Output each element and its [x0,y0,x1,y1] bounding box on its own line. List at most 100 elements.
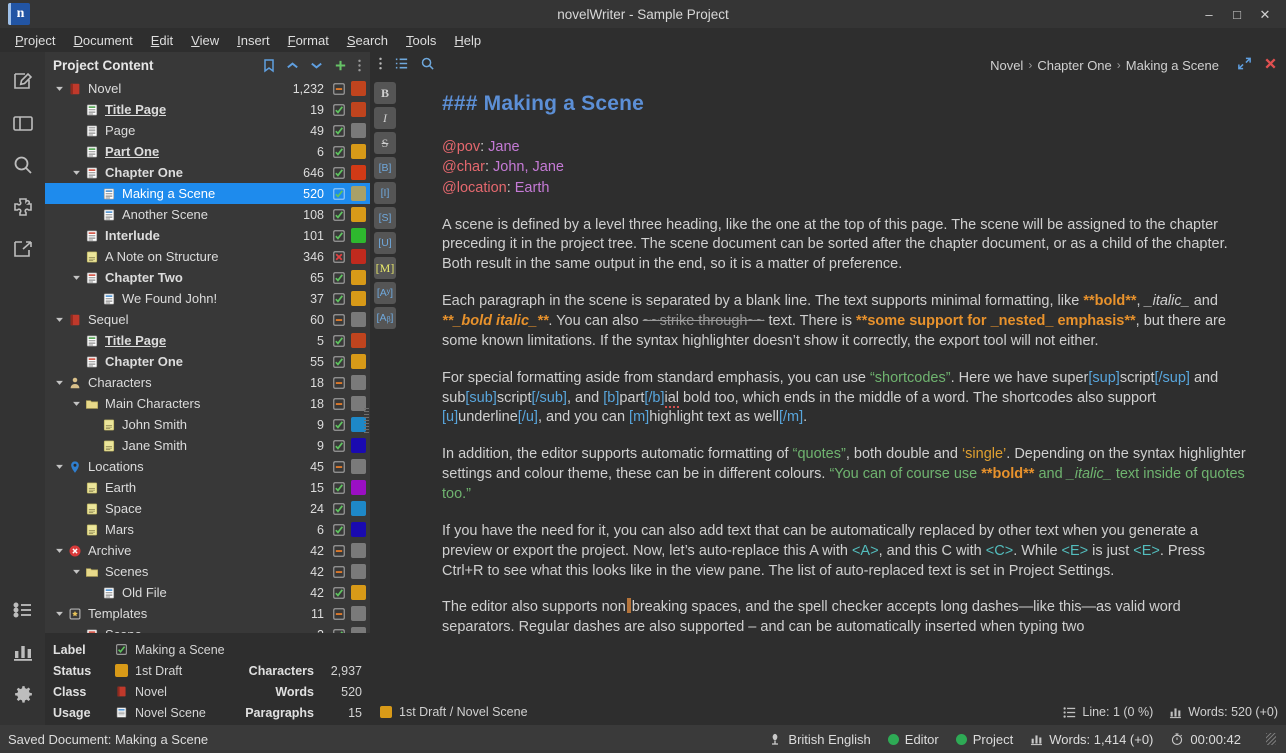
shortcode-strike-button[interactable]: [S] [374,207,396,229]
tree-item-scenes[interactable]: Scenes 42 [45,561,370,582]
bold-button[interactable]: B [374,82,396,104]
expand-arrow-icon[interactable] [53,546,66,555]
tree-item-active-checkbox[interactable] [330,103,347,117]
tree-item-active-checkbox[interactable] [330,502,347,516]
tree-item-chapter-one[interactable]: Chapter One 646 [45,162,370,183]
tree-splitter-grip[interactable] [364,408,369,434]
build-export-icon[interactable] [3,228,43,270]
project-tree-list[interactable]: Novel 1,232 Title Page 19 Page 49 Part One 6 Cha… [45,78,370,633]
tree-item-active-checkbox[interactable] [330,292,347,306]
tree-item-active-checkbox[interactable] [330,229,347,243]
tree-item-characters[interactable]: Characters 18 [45,372,370,393]
tree-item-page[interactable]: Page 49 [45,120,370,141]
menu-document[interactable]: Document [64,31,141,50]
tree-item-active-checkbox[interactable] [330,544,347,558]
tree-item-earth[interactable]: Earth 15 [45,477,370,498]
menu-format[interactable]: Format [279,31,338,50]
tree-item-active-checkbox[interactable] [330,397,347,411]
tree-item-chapter-one[interactable]: Chapter One 55 [45,351,370,372]
breadcrumb-item[interactable]: Novel [990,58,1023,73]
tree-item-locations[interactable]: Locations 45 [45,456,370,477]
resize-grip[interactable] [1266,733,1276,745]
breadcrumb-item[interactable]: Making a Scene [1126,58,1219,73]
shortcode-mark-button[interactable]: [M] [374,257,396,279]
tree-item-active-checkbox[interactable] [330,607,347,621]
expand-arrow-icon[interactable] [53,315,66,324]
outline-list-icon[interactable] [394,56,409,74]
tree-item-active-checkbox[interactable] [330,124,347,138]
document-text-area[interactable]: ### Making a Scene @pov: Jane @char: John,… [400,78,1286,699]
project-outline-icon[interactable] [3,589,43,631]
tree-item-active-checkbox[interactable] [330,355,347,369]
tree-item-old-file[interactable]: Old File 42 [45,582,370,603]
tree-item-title-page[interactable]: Title Page 5 [45,330,370,351]
tree-item-making-a-scene[interactable]: Making a Scene 520 [45,183,370,204]
expand-arrow-icon[interactable] [70,399,83,408]
subscript-button[interactable]: [Aᵦ] [374,307,396,329]
tree-item-active-checkbox[interactable] [330,628,347,633]
expand-view-icon[interactable] [1237,56,1252,74]
tree-item-active-checkbox[interactable] [330,439,347,453]
tree-item-active-checkbox[interactable] [330,334,347,348]
menu-help[interactable]: Help [445,31,490,50]
maximize-icon[interactable]: □ [1224,2,1250,26]
tree-item-active-checkbox[interactable] [330,271,347,285]
expand-arrow-icon[interactable] [53,462,66,471]
more-options-icon[interactable] [378,56,383,74]
minimize-icon[interactable]: – [1196,2,1222,26]
tree-item-active-checkbox[interactable] [330,145,347,159]
menu-tools[interactable]: Tools [397,31,445,50]
move-down-icon[interactable] [309,58,324,73]
tree-item-john-smith[interactable]: John Smith 9 [45,414,370,435]
menu-search[interactable]: Search [338,31,397,50]
tree-item-active-checkbox[interactable] [330,460,347,474]
tree-item-active-checkbox[interactable] [330,418,347,432]
tree-item-active-checkbox[interactable] [330,481,347,495]
expand-arrow-icon[interactable] [70,567,83,576]
tree-item-main-characters[interactable]: Main Characters 18 [45,393,370,414]
tree-item-active-checkbox[interactable] [330,565,347,579]
shortcode-italic-button[interactable]: [I] [374,182,396,204]
tree-item-active-checkbox[interactable] [330,586,347,600]
tree-item-another-scene[interactable]: Another Scene 108 [45,204,370,225]
menu-insert[interactable]: Insert [228,31,279,50]
tree-item-novel[interactable]: Novel 1,232 [45,78,370,99]
writing-stats-icon[interactable] [3,631,43,673]
edit-document-icon[interactable] [3,60,43,102]
menu-view[interactable]: View [182,31,228,50]
add-item-icon[interactable] [333,58,348,73]
move-up-icon[interactable] [285,58,300,73]
tree-item-active-checkbox[interactable] [330,208,347,222]
tree-item-active-checkbox[interactable] [330,523,347,537]
expand-arrow-icon[interactable] [70,168,83,177]
tree-item-active-checkbox[interactable] [330,250,347,264]
shortcode-underline-button[interactable]: [U] [374,232,396,254]
italic-button[interactable]: I [374,107,396,129]
outline-icon[interactable] [3,186,43,228]
menu-edit[interactable]: Edit [142,31,182,50]
search-icon[interactable] [420,56,435,74]
tree-item-part-one[interactable]: Part One 6 [45,141,370,162]
tree-item-active-checkbox[interactable] [330,187,347,201]
tree-item-active-checkbox[interactable] [330,166,347,180]
expand-arrow-icon[interactable] [53,609,66,618]
more-options-icon[interactable] [357,58,362,73]
tree-item-mars[interactable]: Mars 6 [45,519,370,540]
breadcrumb-item[interactable]: Chapter One [1037,58,1111,73]
settings-gear-icon[interactable] [3,673,43,715]
expand-arrow-icon[interactable] [70,273,83,282]
tree-item-scene[interactable]: Scene 2 [45,624,370,633]
tree-item-active-checkbox[interactable] [330,376,347,390]
superscript-button[interactable]: [Aʸ] [374,282,396,304]
tree-item-a-note-on-structure[interactable]: A Note on Structure 346 [45,246,370,267]
bookmark-icon[interactable] [262,58,276,73]
tree-item-templates[interactable]: Templates 11 [45,603,370,624]
tree-item-active-checkbox[interactable] [330,313,347,327]
tree-item-title-page[interactable]: Title Page 19 [45,99,370,120]
expand-arrow-icon[interactable] [53,378,66,387]
tree-item-space[interactable]: Space 24 [45,498,370,519]
tree-item-sequel[interactable]: Sequel 60 [45,309,370,330]
menu-project[interactable]: Project [6,31,64,50]
close-document-icon[interactable] [1263,56,1278,74]
tree-item-jane-smith[interactable]: Jane Smith 9 [45,435,370,456]
